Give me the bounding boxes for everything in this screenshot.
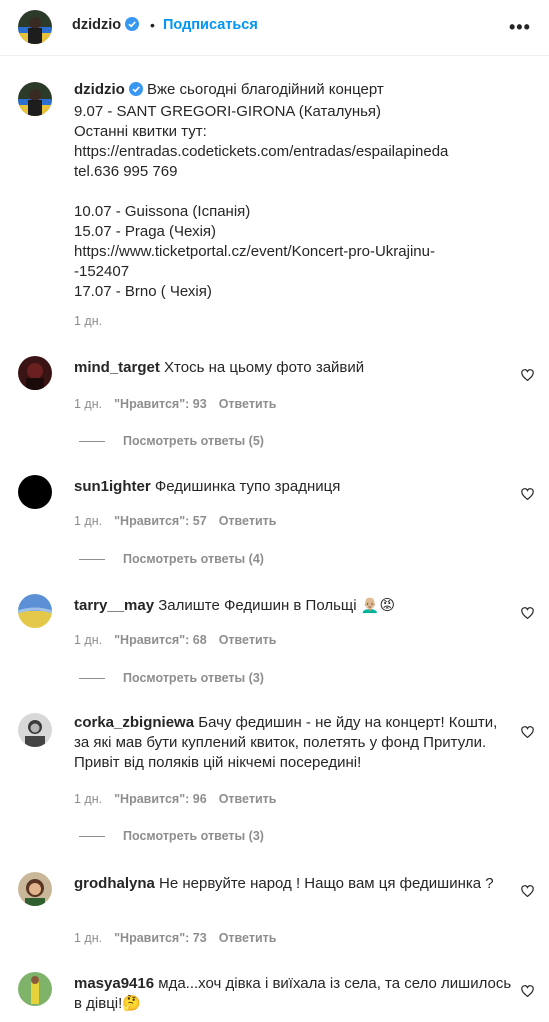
caption-line: 15.07 - Praga (Чехія) <box>74 223 217 240</box>
comment-text: mind_target Хтось на цьому фото зайвий <box>74 358 514 378</box>
caption-link[interactable]: https://www.ticketportal.cz/event/Koncer… <box>74 242 539 262</box>
comment-meta: 1 дн. "Нравится": 93 Ответить <box>74 397 288 411</box>
caption-line: 9.07 - SANT GREGORI-GIRONA (Каталунья) <box>74 103 382 120</box>
view-replies-label[interactable]: Посмотреть ответы (5) <box>123 434 264 448</box>
author-avatar[interactable] <box>18 10 52 44</box>
commenter-username[interactable]: tarry__may <box>74 597 154 614</box>
follow-button[interactable]: Подписаться <box>163 17 258 33</box>
comment-likes[interactable]: "Нравится": 93 <box>114 397 207 411</box>
heart-icon[interactable] <box>521 606 534 624</box>
commenter-avatar[interactable] <box>18 713 52 747</box>
comment-meta: 1 дн. "Нравится": 68 Ответить <box>74 633 288 647</box>
comment-text: sun1ighter Федишинка тупо зрадниця <box>74 477 514 497</box>
comment-timestamp[interactable]: 1 дн. <box>74 397 102 411</box>
comment-meta: 1 дн. "Нравится": 96 Ответить <box>74 792 288 806</box>
view-replies-label[interactable]: Посмотреть ответы (3) <box>123 829 264 843</box>
commenter-avatar[interactable] <box>18 972 52 1006</box>
heart-icon[interactable] <box>521 984 534 1002</box>
view-replies-button[interactable]: Посмотреть ответы (3) <box>79 671 264 685</box>
commenter-username[interactable]: sun1ighter <box>74 478 151 495</box>
heart-icon[interactable] <box>521 368 534 386</box>
reply-button[interactable]: Ответить <box>219 397 277 411</box>
replies-divider <box>79 441 105 443</box>
heart-icon[interactable] <box>521 725 534 743</box>
comment-text: tarry__may Залиште Федишин в Польщі 👨🏼‍🦲… <box>74 596 514 616</box>
commenter-avatar[interactable] <box>18 475 52 509</box>
verified-badge-icon <box>125 17 140 35</box>
comment-timestamp[interactable]: 1 дн. <box>74 931 102 945</box>
caption-username[interactable]: dzidzio <box>74 81 125 98</box>
comment-body: Федишинка тупо зрадниця <box>154 478 341 495</box>
comment-timestamp[interactable]: 1 дн. <box>74 633 102 647</box>
caption-link[interactable]: https://entradas.codetickets.com/entrada… <box>74 142 539 162</box>
comment-text: masya9416 мда...хоч дівка і виїхала із с… <box>74 974 514 1014</box>
comment-likes[interactable]: "Нравится": 73 <box>114 931 207 945</box>
reply-button[interactable]: Ответить <box>219 633 277 647</box>
replies-divider <box>79 678 105 680</box>
comment-body: Не нервуйте народ ! Нащо вам ця федишинк… <box>159 875 494 892</box>
verified-badge-icon <box>128 82 143 102</box>
separator-dot: • <box>150 17 155 33</box>
heart-icon[interactable] <box>521 884 534 902</box>
comment-likes[interactable]: "Нравится": 68 <box>114 633 207 647</box>
replies-divider <box>79 836 105 838</box>
reply-button[interactable]: Ответить <box>219 792 277 806</box>
reply-button[interactable]: Ответить <box>219 931 277 945</box>
view-replies-button[interactable]: Посмотреть ответы (5) <box>79 434 264 448</box>
commenter-avatar[interactable] <box>18 356 52 390</box>
comment-body: Хтось на цьому фото зайвий <box>164 359 365 376</box>
commenter-username[interactable]: mind_target <box>74 359 160 376</box>
replies-divider <box>79 559 105 561</box>
commenter-avatar[interactable] <box>18 872 52 906</box>
commenter-avatar[interactable] <box>18 594 52 628</box>
comment-body: Залиште Федишин в Польщі 👨🏼‍🦲😡 <box>158 597 396 614</box>
commenter-username[interactable]: corka_zbigniewa <box>74 714 194 731</box>
view-replies-button[interactable]: Посмотреть ответы (3) <box>79 829 264 843</box>
comment-likes[interactable]: "Нравится": 57 <box>114 514 207 528</box>
author-avatar[interactable] <box>18 82 52 116</box>
more-options-icon[interactable]: ••• <box>509 17 531 38</box>
caption-line: 10.07 - Guissona (Іспанія) <box>74 203 251 220</box>
view-replies-label[interactable]: Посмотреть ответы (3) <box>123 671 264 685</box>
comment-timestamp[interactable]: 1 дн. <box>74 514 102 528</box>
caption-text: dzidzio Вже сьогодні благодійний концерт… <box>74 80 539 302</box>
comment-text: grodhalyna Не нервуйте народ ! Нащо вам … <box>74 874 514 894</box>
view-replies-label[interactable]: Посмотреть ответы (4) <box>123 552 264 566</box>
caption-timestamp[interactable]: 1 дн. <box>74 314 102 328</box>
comment-likes[interactable]: "Нравится": 96 <box>114 792 207 806</box>
commenter-username[interactable]: masya9416 <box>74 975 154 992</box>
heart-icon[interactable] <box>521 487 534 505</box>
reply-button[interactable]: Ответить <box>219 514 277 528</box>
view-replies-button[interactable]: Посмотреть ответы (4) <box>79 552 264 566</box>
comment-meta: 1 дн. "Нравится": 57 Ответить <box>74 514 288 528</box>
commenter-username[interactable]: grodhalyna <box>74 875 155 892</box>
author-username[interactable]: dzidzio <box>72 17 121 33</box>
caption-link[interactable]: -152407 <box>74 262 539 282</box>
comment-meta: 1 дн. "Нравится": 73 Ответить <box>74 931 288 945</box>
caption-line: Останні квитки тут: <box>74 123 207 140</box>
comment-timestamp[interactable]: 1 дн. <box>74 792 102 806</box>
comment-text: corka_zbigniewa Бачу федишин - не йду на… <box>74 713 514 773</box>
post-header: dzidzio • Подписаться ••• <box>0 0 549 56</box>
caption-line: 17.07 - Brno ( Чехія) <box>74 283 212 300</box>
caption-line: Вже сьогодні благодійний концерт <box>147 81 384 98</box>
caption-line: tel.636 995 769 <box>74 163 178 180</box>
